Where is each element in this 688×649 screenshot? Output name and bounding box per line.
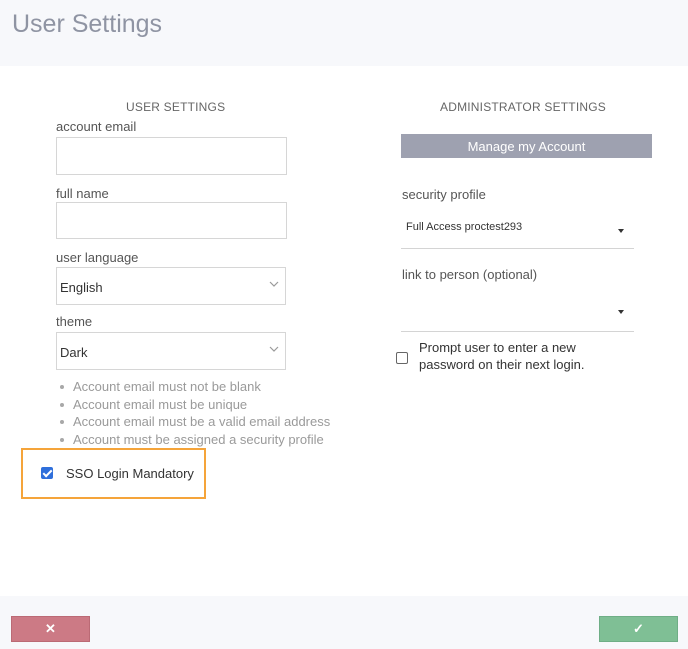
validation-item: Account must be assigned a security prof… [58, 431, 330, 449]
theme-label: theme [56, 314, 93, 329]
validation-item: Account email must be a valid email addr… [58, 413, 330, 431]
link-person-select[interactable] [401, 290, 634, 332]
cancel-button[interactable]: ✕ [11, 616, 90, 642]
validation-item: Account email must be unique [58, 396, 330, 414]
admin-settings-heading: ADMINISTRATOR SETTINGS [440, 100, 606, 114]
prompt-password-label: Prompt user to enter a new password on t… [419, 340, 585, 372]
user-language-value: English [60, 280, 103, 295]
manage-account-button[interactable]: Manage my Account [401, 134, 652, 158]
user-language-select[interactable]: English [56, 267, 286, 305]
sso-label: SSO Login Mandatory [66, 466, 194, 481]
full-name-label: full name [56, 186, 109, 201]
validation-list: Account email must not be blank Account … [58, 378, 330, 448]
security-profile-select[interactable]: Full Access proctest293 [401, 208, 634, 249]
header-bar: User Settings [0, 0, 688, 66]
link-person-label: link to person (optional) [402, 267, 538, 282]
full-name-field[interactable] [56, 202, 287, 239]
chevron-down-icon [269, 342, 279, 359]
footer-bar [0, 596, 688, 649]
checkmark-icon: ✓ [633, 621, 644, 636]
theme-select[interactable]: Dark [56, 332, 286, 370]
chevron-down-icon [269, 277, 279, 294]
close-icon: ✕ [45, 621, 56, 636]
security-profile-value: Full Access proctest293 [406, 221, 523, 233]
account-email-field[interactable] [56, 137, 287, 175]
page-title: User Settings [12, 10, 163, 38]
user-settings-heading: USER SETTINGS [126, 100, 226, 114]
theme-value: Dark [60, 345, 88, 360]
account-email-label: account email [56, 119, 137, 134]
caret-down-icon [618, 229, 624, 233]
caret-down-icon [618, 310, 624, 314]
confirm-button[interactable]: ✓ [599, 616, 678, 642]
security-profile-label: security profile [402, 187, 486, 202]
user-language-label: user language [56, 250, 139, 265]
prompt-password-checkbox[interactable] [396, 352, 408, 364]
sso-checkbox[interactable] [41, 467, 53, 479]
validation-item: Account email must not be blank [58, 378, 330, 396]
